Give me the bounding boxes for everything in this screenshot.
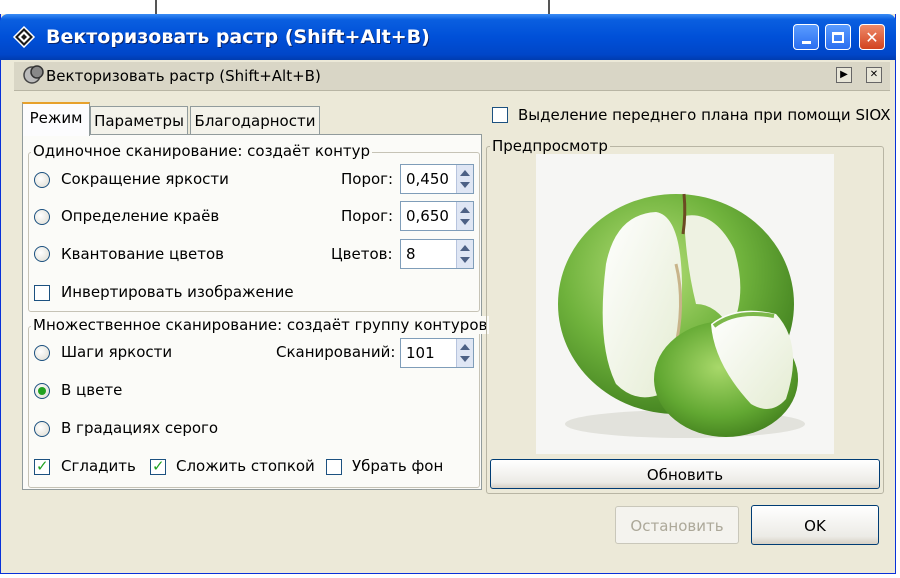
- checkmark-icon: ✓: [36, 457, 49, 475]
- ok-button[interactable]: OK: [751, 505, 879, 545]
- stop-button[interactable]: Остановить: [615, 506, 739, 544]
- option-label: В цвете: [61, 381, 123, 399]
- checkmark-icon: ✓: [152, 457, 165, 475]
- radio-edge-detection[interactable]: [34, 209, 50, 225]
- stepper-arrows[interactable]: [456, 202, 473, 230]
- brightness-threshold-stepper[interactable]: 0,450: [400, 164, 474, 194]
- siox-label: Выделение переднего плана при помощи SIO…: [518, 106, 891, 124]
- smooth-label: Сгладить: [61, 457, 136, 475]
- preview-legend: Предпросмотр: [490, 137, 610, 155]
- single-scan-legend: Одиночное сканирование: создаёт контур: [31, 142, 373, 160]
- scans-stepper[interactable]: 101: [400, 338, 474, 368]
- arrow-up-icon[interactable]: [460, 245, 470, 251]
- option-label: В градациях серого: [61, 419, 219, 437]
- invert-label: Инвертировать изображение: [61, 283, 294, 301]
- arrow-up-icon[interactable]: [460, 207, 470, 213]
- close-icon: ✕: [865, 27, 879, 47]
- radio-grays[interactable]: [34, 421, 50, 437]
- tab-mode[interactable]: Режим: [22, 102, 90, 136]
- arrow-down-icon[interactable]: [460, 182, 470, 188]
- stepper-value: 0,650: [406, 207, 449, 225]
- smooth-checkbox[interactable]: ✓: [34, 457, 50, 475]
- stepper-arrows[interactable]: [456, 165, 473, 193]
- invert-checkbox[interactable]: [34, 285, 50, 301]
- siox-checkbox[interactable]: [492, 107, 508, 123]
- stepper-value: 101: [406, 344, 435, 362]
- option-label: Сокращение яркости: [61, 170, 229, 188]
- colors-label: Цветов:: [331, 245, 393, 263]
- window-title: Векторизовать растр (Shift+Alt+B): [46, 26, 430, 48]
- stack-checkbox[interactable]: ✓: [150, 457, 166, 475]
- option-label: Определение краёв: [61, 207, 220, 225]
- dock-arrow-icon[interactable]: ▶: [836, 67, 852, 83]
- arrow-up-icon[interactable]: [460, 344, 470, 350]
- arrow-down-icon[interactable]: [460, 257, 470, 263]
- tab-parameters[interactable]: Параметры: [90, 106, 188, 134]
- trace-bitmap-icon: [23, 65, 44, 84]
- remove-background-label: Убрать фон: [352, 457, 444, 475]
- stack-label: Сложить стопкой: [176, 457, 315, 475]
- apple-image: [558, 193, 805, 438]
- multi-scan-legend: Множественное сканирование: создаёт груп…: [31, 316, 490, 334]
- stepper-value: 8: [406, 245, 416, 263]
- dock-close-icon[interactable]: ✕: [866, 67, 882, 83]
- stepper-arrows[interactable]: [456, 240, 473, 268]
- option-label: Шаги яркости: [61, 343, 173, 361]
- radio-brightness-steps[interactable]: [34, 345, 50, 361]
- threshold-label: Порог:: [341, 207, 394, 225]
- remove-background-checkbox[interactable]: [326, 459, 342, 475]
- stepper-value: 0,450: [406, 170, 449, 188]
- colors-stepper[interactable]: 8: [400, 239, 474, 269]
- close-button[interactable]: ✕: [859, 24, 885, 50]
- threshold-label: Порог:: [341, 170, 394, 188]
- radio-color-quantization[interactable]: [34, 246, 50, 262]
- arrow-up-icon[interactable]: [460, 170, 470, 176]
- dock-title: Векторизовать растр (Shift+Alt+B): [46, 67, 321, 85]
- maximize-icon: [826, 25, 850, 49]
- arrow-down-icon[interactable]: [460, 219, 470, 225]
- update-button[interactable]: Обновить: [490, 459, 880, 489]
- radio-colors[interactable]: [34, 383, 50, 399]
- radio-brightness-cutoff[interactable]: [34, 172, 50, 188]
- inkscape-icon: [12, 26, 36, 48]
- minimize-button[interactable]: [793, 24, 819, 50]
- scans-label: Сканирований:: [276, 343, 396, 361]
- arrow-down-icon[interactable]: [460, 356, 470, 362]
- preview-image: [536, 154, 834, 454]
- option-label: Квантование цветов: [61, 245, 225, 263]
- radio-selected-dot: [38, 387, 46, 395]
- edge-threshold-stepper[interactable]: 0,650: [400, 201, 474, 231]
- stepper-arrows[interactable]: [456, 339, 473, 367]
- maximize-button[interactable]: [825, 24, 851, 50]
- tab-credits[interactable]: Благодарности: [190, 106, 320, 134]
- minimize-icon: [794, 25, 818, 49]
